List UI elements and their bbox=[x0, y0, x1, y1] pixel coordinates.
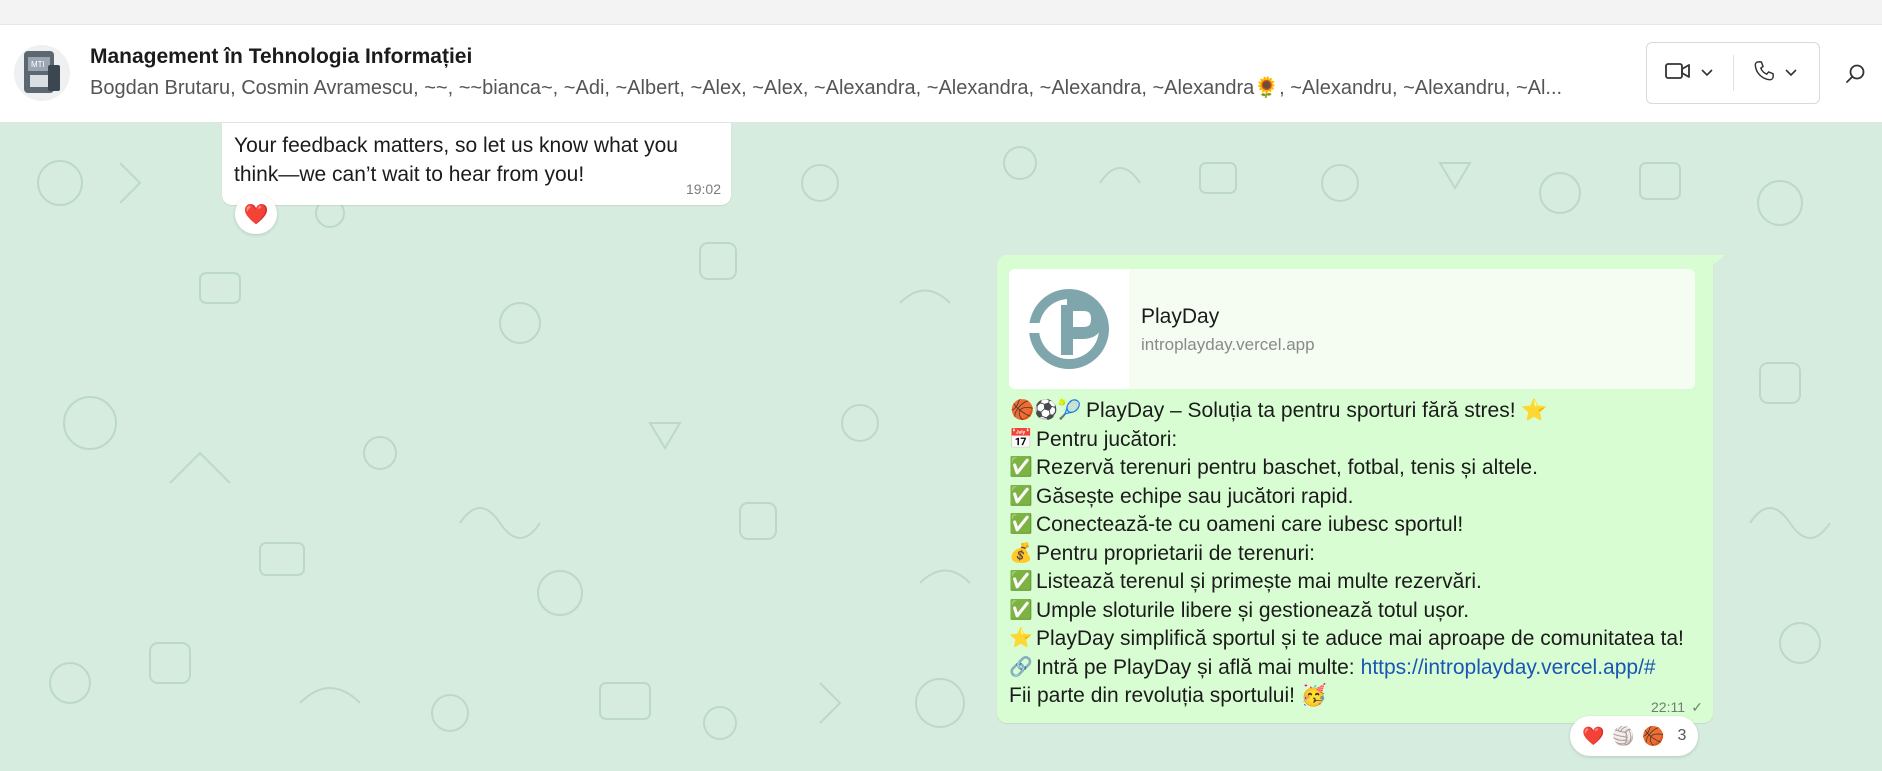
chat-header: MTI Management în Tehnologia Informației… bbox=[0, 25, 1882, 123]
check-mark-icon: ✅ bbox=[1009, 457, 1033, 479]
sent-check-icon: ✓ bbox=[1691, 699, 1703, 715]
check-mark-icon: ✅ bbox=[1009, 599, 1033, 621]
incoming-message[interactable]: Your feedback matters, so let us know wh… bbox=[222, 123, 731, 205]
message-line: ✅ Umple sloturile libere și gestionează t… bbox=[1009, 598, 1470, 622]
star-icon: ⭐ bbox=[1009, 628, 1033, 650]
message-line: Fii parte din revoluția sportului! 🥳 bbox=[1009, 684, 1327, 707]
basketball-icon: 🏀 bbox=[1642, 725, 1665, 746]
message-line: 📅 Pentru jucători: bbox=[1009, 427, 1178, 451]
phone-icon bbox=[1753, 60, 1775, 87]
playday-logo bbox=[1009, 269, 1129, 389]
calendar-icon: 📅 bbox=[1009, 428, 1033, 450]
check-mark-icon: ✅ bbox=[1009, 571, 1033, 593]
message-time: 22:11 bbox=[1651, 699, 1685, 715]
message-body: 🏀⚽🎾 PlayDay – Soluția ta pentru sporturi … bbox=[1009, 397, 1709, 711]
chevron-down-icon bbox=[1701, 64, 1713, 82]
message-line: ✅ Listează terenul și primește mai multe … bbox=[1009, 570, 1482, 593]
search-icon bbox=[1845, 63, 1867, 90]
link-preview[interactable]: PlayDay introplayday.vercel.app bbox=[1009, 269, 1695, 389]
member-list[interactable]: Bogdan Brutaru, Cosmin Avramescu, ~~, ~~… bbox=[90, 75, 1625, 100]
heart-icon: ❤️ bbox=[243, 203, 269, 226]
divider bbox=[1733, 55, 1734, 91]
voice-call-button[interactable] bbox=[1735, 53, 1815, 93]
video-call-button[interactable] bbox=[1649, 53, 1729, 93]
call-controls bbox=[1646, 42, 1820, 104]
check-mark-icon: ✅ bbox=[1009, 514, 1033, 536]
message-line: ✅ Găsește echipe sau jucători rapid. bbox=[1009, 484, 1354, 508]
message-line: 🏀⚽🎾 PlayDay – Soluția ta pentru sporturi … bbox=[1010, 399, 1548, 422]
heart-icon: ❤️ bbox=[1582, 725, 1605, 746]
bubble-tail bbox=[1713, 255, 1725, 265]
message-text: Your feedback matters, so let us know wh… bbox=[234, 134, 678, 186]
outgoing-message[interactable]: PlayDay introplayday.vercel.app 🏀⚽🎾 PlayD… bbox=[997, 255, 1713, 723]
title-bar-strip bbox=[0, 0, 1882, 25]
message-reaction[interactable]: ❤️ bbox=[235, 194, 277, 234]
preview-url: introplayday.vercel.app bbox=[1141, 335, 1315, 354]
chevron-down-icon bbox=[1785, 64, 1797, 82]
message-line: 💰 Pentru proprietarii de terenuri: bbox=[1009, 541, 1315, 565]
message-line: ⭐ PlayDay simplifică sportul și te aduce … bbox=[1009, 627, 1684, 650]
svg-text:MTI: MTI bbox=[31, 60, 45, 69]
check-mark-icon: ✅ bbox=[1009, 485, 1033, 507]
message-line: ✅ Conectează-te cu oameni care iubesc spo… bbox=[1009, 513, 1464, 536]
message-line: 🔗 Intră pe PlayDay și află mai multe: http… bbox=[1009, 654, 1709, 683]
message-link[interactable]: https://introplayday.vercel.app/# bbox=[1361, 654, 1656, 683]
chat-area[interactable]: Your feedback matters, so let us know wh… bbox=[0, 123, 1882, 771]
reaction-count: 3 bbox=[1677, 727, 1687, 744]
volleyball-icon: 🏐 bbox=[1612, 725, 1635, 746]
message-reactions[interactable]: ❤️ 🏐 🏀 3 bbox=[1570, 716, 1698, 756]
search-button[interactable] bbox=[1840, 60, 1872, 92]
sports-balls-icon: 🏀⚽🎾 bbox=[1010, 400, 1082, 422]
video-camera-icon bbox=[1665, 61, 1691, 86]
message-line: ✅ Rezervă terenuri pentru baschet, fotbal… bbox=[1009, 456, 1538, 479]
group-avatar[interactable]: MTI bbox=[14, 45, 70, 101]
preview-title: PlayDay bbox=[1141, 305, 1220, 328]
chat-title[interactable]: Management în Tehnologia Informației bbox=[90, 45, 472, 69]
money-bag-icon: 💰 bbox=[1009, 542, 1033, 564]
message-time: 19:02 bbox=[685, 181, 721, 197]
link-icon: 🔗 bbox=[1009, 656, 1033, 678]
